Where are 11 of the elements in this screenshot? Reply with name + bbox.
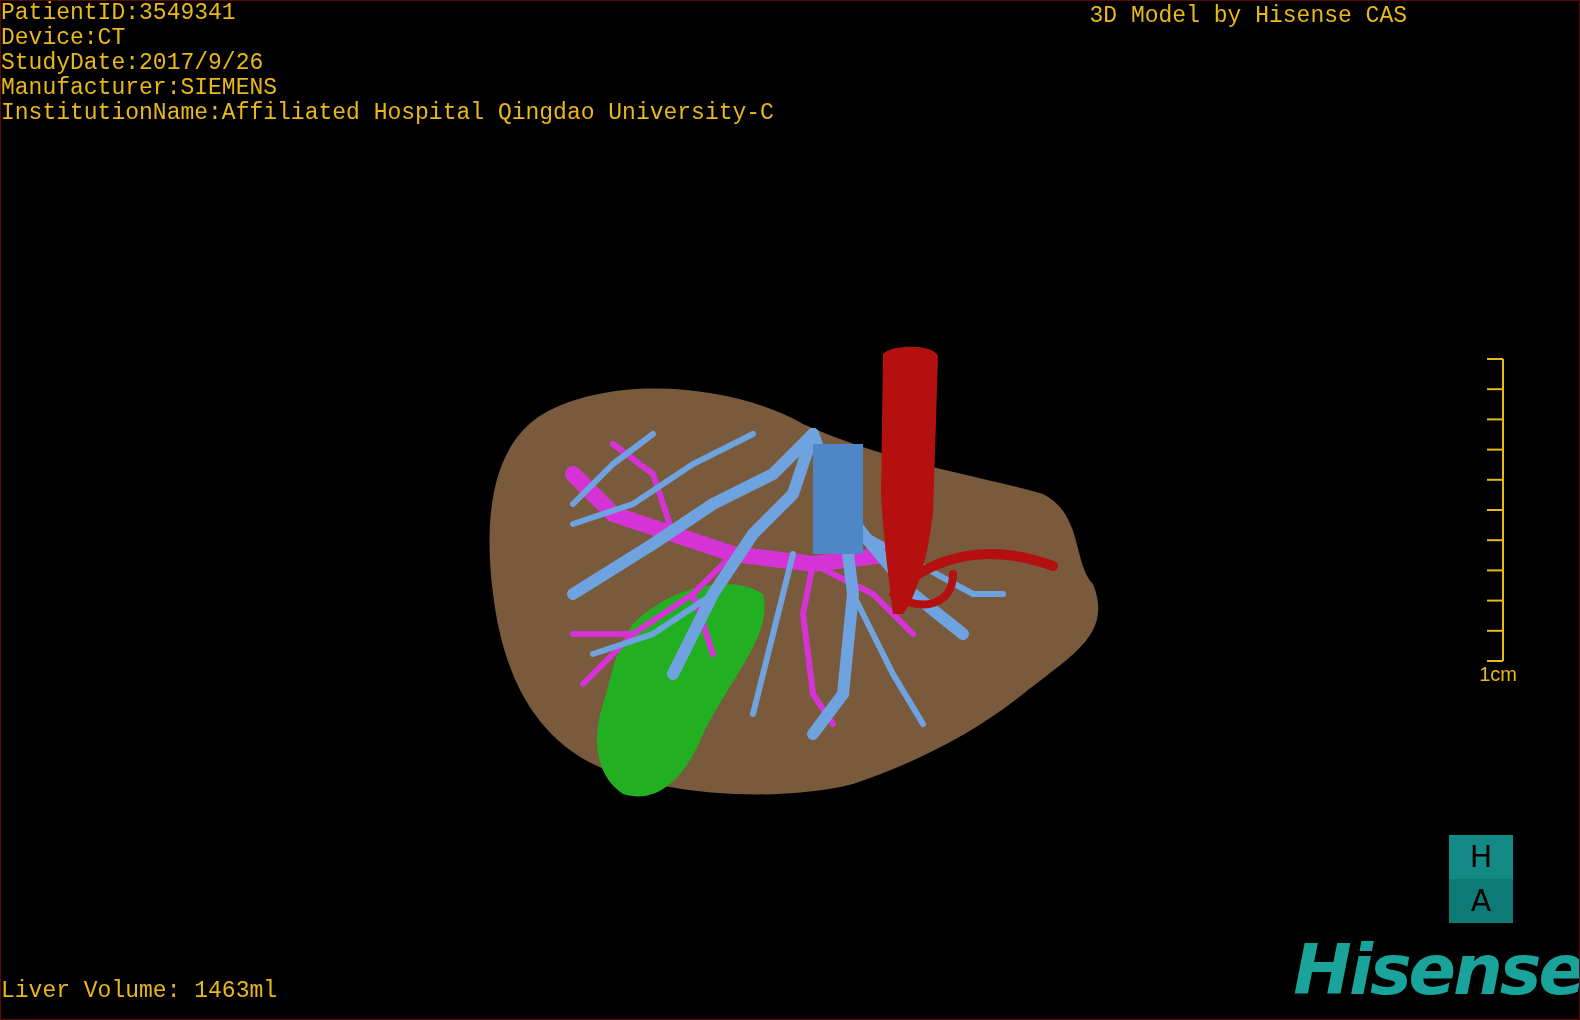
logo-letter: H	[1449, 835, 1513, 879]
liver-volume-text: Liver Volume: 1463ml	[1, 977, 278, 1005]
patient-info-text: InstitutionName:Affiliated Hospital Qingdao University-C	[1, 101, 774, 126]
scale-bar-label: 1cm	[1479, 662, 1517, 686]
logo-letter: A	[1449, 879, 1513, 923]
patient-info-text: PatientID:3549341	[1, 1, 237, 26]
scale-bar-icon	[1487, 358, 1505, 662]
header-title: 3D Model by Hisense CAS	[1088, 2, 1407, 31]
patient-info-text: StudyDate:2017/9/26	[1, 51, 265, 76]
patient-info-text: Device:CT	[1, 26, 127, 51]
patient-info-text: Manufacturer:SIEMENS	[1, 76, 279, 101]
